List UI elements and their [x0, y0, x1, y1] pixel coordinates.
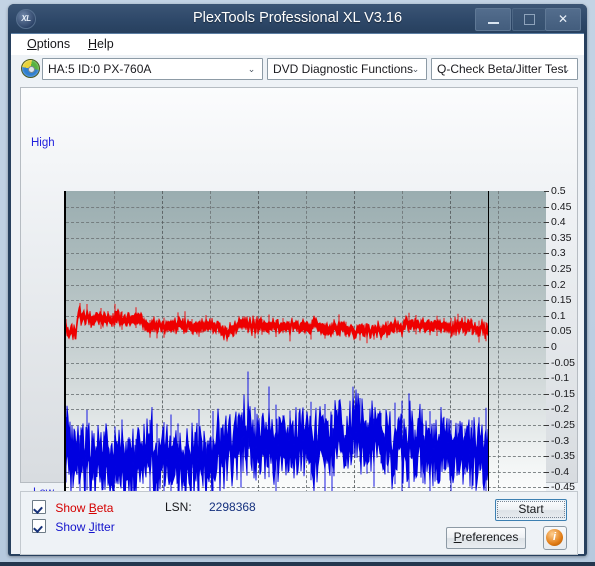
chart-y-tick: [544, 237, 549, 239]
test-select[interactable]: Q-Check Beta/Jitter Test ⌄: [431, 58, 578, 80]
chart-plot-area[interactable]: [64, 191, 546, 505]
chart-y-tick-label: -0.3: [551, 434, 570, 447]
preferences-accel: P: [453, 530, 462, 544]
menu-help-label: elp: [97, 37, 114, 51]
chart-y-tick: [544, 362, 549, 364]
chart-y-axis: 0.5 0.45 0.4 0.35 0.3 0.25 0.2 0.15 0.1 0.05 0 -0.0…: [544, 184, 584, 514]
chart-y-tick-label: 0.2: [551, 278, 566, 291]
desktop-background: XL PlexTools Professional XL V3.16 ✕ Opt…: [0, 0, 595, 566]
chart-y-tick: [544, 191, 549, 192]
chart-y-tick: [544, 425, 549, 426]
chart-y-tick: [544, 409, 549, 411]
menu-options-accel: O: [27, 37, 37, 51]
chart-high-label: High: [31, 137, 55, 149]
info-button[interactable]: i: [543, 526, 567, 550]
chart-y-tick-label: 0.15: [551, 294, 572, 307]
show-jitter-row[interactable]: Show Jitter: [32, 519, 115, 534]
chart-traces: [66, 302, 489, 503]
chart-y-tick: [544, 378, 549, 380]
info-icon: i: [546, 529, 563, 546]
chart-y-tick-label: -0.2: [551, 403, 570, 416]
chart-y-tick-label: 0.4: [551, 216, 566, 229]
chart-y-tick-label: -0.15: [551, 387, 575, 400]
chart-y-tick: [544, 253, 549, 255]
show-jitter-checkbox[interactable]: [32, 519, 46, 533]
show-beta-pre: Show: [55, 501, 89, 515]
show-beta-label: Show Beta: [55, 501, 113, 515]
chart-y-tick: [544, 471, 549, 473]
maximize-button[interactable]: [512, 8, 546, 31]
chart-y-tick-label: -0.35: [551, 450, 575, 463]
chart-y-tick-label: -0.1: [551, 372, 570, 385]
chart-y-tick: [544, 222, 549, 224]
chart-y-tick: [544, 284, 549, 286]
taskbar: [0, 562, 595, 566]
chevron-down-icon: ⌄: [247, 64, 256, 74]
show-beta-checkbox[interactable]: [32, 500, 46, 514]
drive-select-value: HA:5 ID:0 PX-760A: [48, 62, 152, 76]
chart-y-tick: [544, 393, 549, 395]
start-button[interactable]: Start: [495, 499, 567, 521]
chevron-down-icon: ⌄: [562, 64, 571, 74]
chart-y-tick: [544, 300, 549, 302]
title-bar: XL PlexTools Professional XL V3.16 ✕: [8, 4, 587, 33]
lsn-value: 2298368: [209, 500, 256, 514]
client-area: Options Help HA:5 ID:0 PX-760A ⌄ DVD Dia…: [11, 33, 584, 555]
chart-y-tick: [544, 347, 549, 348]
start-button-label: Start: [497, 501, 565, 518]
chart-y-tick-label: -0.05: [551, 356, 575, 369]
chart-y-tick: [544, 331, 549, 333]
menu-item-help[interactable]: Help: [83, 36, 119, 53]
chart-y-tick-label: 0.35: [551, 231, 572, 244]
chart-y-tick-label: -0.25: [551, 419, 575, 431]
chart-y-tick-label: 0: [551, 341, 557, 353]
chart-cursor-line: [488, 191, 490, 503]
optical-disc-icon: [21, 59, 40, 78]
chart-y-tick: [544, 206, 549, 208]
test-select-value: Q-Check Beta/Jitter Test: [437, 62, 567, 76]
chart-y-tick-label: -0.4: [551, 465, 570, 478]
chart-y-tick-label: 0.1: [551, 309, 566, 322]
chart-y-tick-label: 0.25: [551, 263, 572, 275]
show-jitter-rest: itter: [94, 520, 115, 534]
chart-y-tick: [544, 269, 549, 270]
chevron-down-icon: ⌄: [411, 64, 420, 74]
application-window: XL PlexTools Professional XL V3.16 ✕ Opt…: [8, 4, 587, 556]
chart-y-tick-label: 0.05: [551, 325, 572, 338]
chart-y-tick: [544, 456, 549, 458]
show-jitter-label: Show Jitter: [55, 520, 114, 534]
close-button[interactable]: ✕: [545, 8, 581, 31]
chart-y-tick: [544, 315, 549, 317]
show-beta-accel: B: [88, 501, 97, 515]
controls-panel: Show Beta Show Jitter LSN: 2298368 Start…: [20, 491, 578, 555]
chart-panel: High Low 0.50.450.40.350.30.250.20.150.1…: [20, 87, 578, 521]
menu-bar: Options Help: [11, 34, 584, 56]
drive-select[interactable]: HA:5 ID:0 PX-760A ⌄: [42, 58, 263, 80]
show-jitter-pre: Show: [55, 520, 89, 534]
selector-toolbar: HA:5 ID:0 PX-760A ⌄ DVD Diagnostic Funct…: [11, 55, 584, 83]
show-beta-row[interactable]: Show Beta: [32, 500, 113, 515]
lsn-label: LSN:: [165, 500, 192, 514]
chart-y-tick: [544, 487, 549, 489]
preferences-button[interactable]: Preferences: [446, 527, 526, 549]
chart-y-tick-label: 0.5: [551, 185, 566, 197]
chart-y-tick: [544, 440, 549, 442]
minimize-button[interactable]: [475, 8, 511, 31]
menu-options-label: ptions: [36, 37, 71, 51]
chart-y-tick-label: 0.45: [551, 200, 572, 213]
menu-item-options[interactable]: Options: [22, 36, 75, 53]
menu-help-accel: H: [88, 37, 98, 51]
show-beta-rest: eta: [96, 501, 114, 515]
preferences-label: references: [461, 530, 519, 544]
chart-series-beta: [66, 304, 489, 341]
chart-y-tick-label: 0.3: [551, 247, 566, 260]
function-select-value: DVD Diagnostic Functions: [273, 62, 414, 76]
function-select[interactable]: DVD Diagnostic Functions ⌄: [267, 58, 427, 80]
